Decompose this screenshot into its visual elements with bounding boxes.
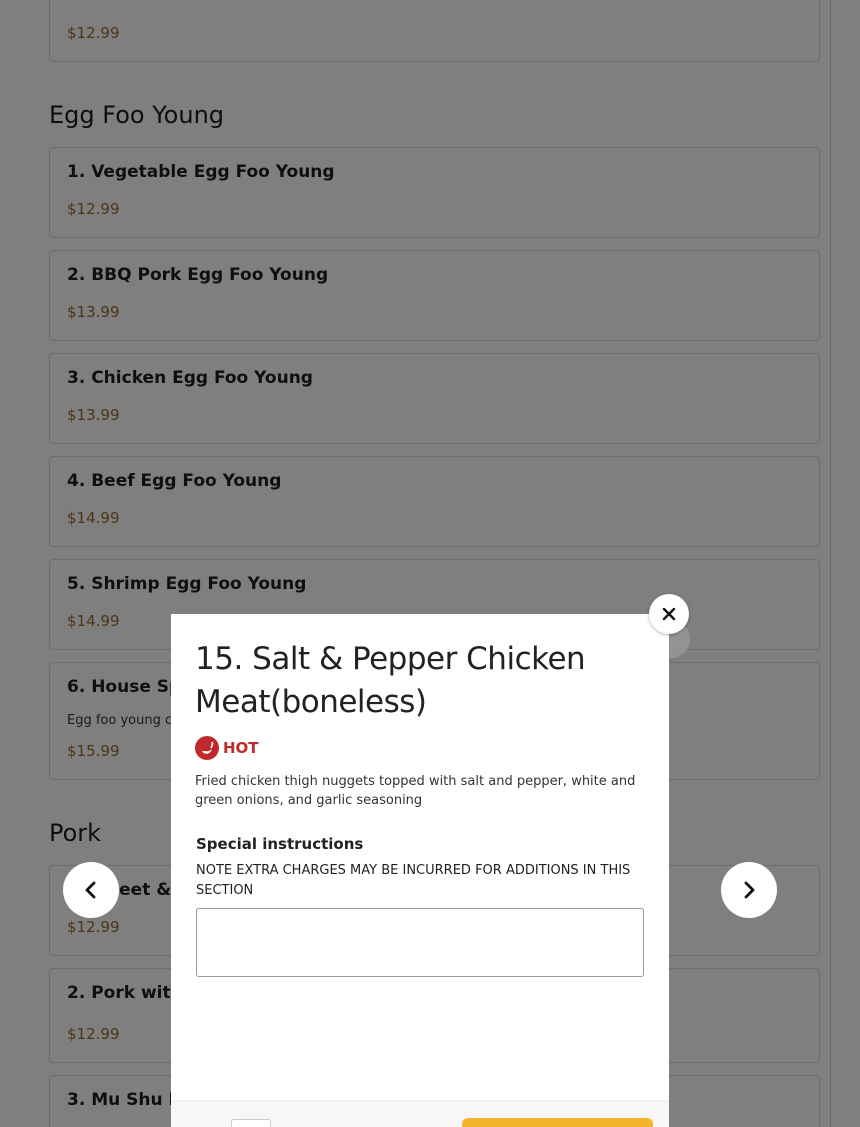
modal-title: 15. Salt & Pepper Chicken Meat(boneless) (195, 641, 586, 720)
add-to-cart-button[interactable] (462, 1118, 653, 1127)
special-instructions-label: Special instructions (196, 835, 364, 853)
chevron-left-icon (85, 881, 96, 899)
hot-badge: HOT (223, 739, 259, 757)
quantity-input[interactable] (231, 1119, 271, 1127)
special-instructions-input[interactable] (196, 908, 644, 977)
modal-description: Fried chicken thigh nuggets topped with … (195, 774, 636, 808)
chevron-right-icon (744, 881, 755, 899)
next-item-button[interactable] (721, 862, 777, 918)
item-detail-modal: 15. Salt & Pepper Chicken Meat(boneless)… (171, 614, 669, 1127)
chili-pepper-icon (195, 736, 219, 760)
special-instructions-note: NOTE EXTRA CHARGES MAY BE INCURRED FOR A… (196, 863, 631, 898)
modal-footer (171, 1100, 669, 1127)
previous-item-button[interactable] (63, 862, 119, 918)
close-icon (662, 607, 676, 621)
close-button[interactable] (649, 594, 689, 634)
